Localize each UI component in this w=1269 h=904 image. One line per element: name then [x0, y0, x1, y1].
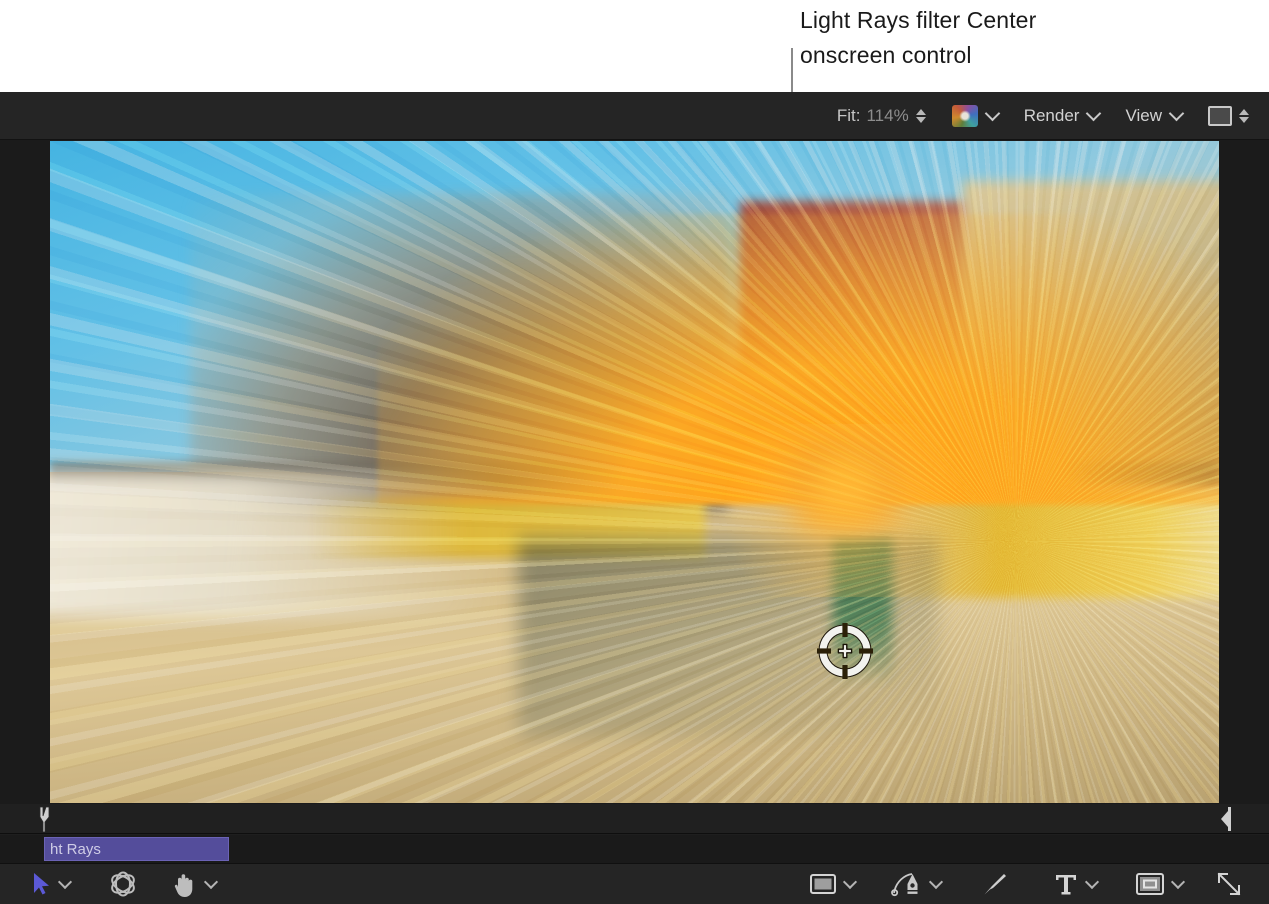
select-tool-button[interactable]	[32, 872, 73, 896]
view-menu[interactable]: View	[1125, 105, 1185, 126]
background-stepper-icon[interactable]	[1239, 108, 1249, 123]
color-channel-button[interactable]	[951, 104, 1000, 127]
text-tool-button[interactable]	[1053, 871, 1100, 897]
chevron-down-icon[interactable]	[984, 105, 1000, 122]
chevron-down-icon[interactable]	[1170, 874, 1186, 890]
text-t-icon	[1056, 875, 1076, 895]
callout-label: Light Rays filter Center onscreen contro…	[800, 7, 1037, 68]
paintbrush-icon	[984, 874, 1006, 895]
pan-tool-button[interactable]	[172, 870, 219, 898]
pen-nib-icon	[891, 873, 918, 897]
fit-value: 114%	[866, 105, 909, 125]
light-rays-rendered-image	[50, 141, 1219, 803]
canvas-area[interactable]	[0, 140, 1269, 804]
screenshot-root: Light Rays filter Center onscreen contro…	[0, 0, 1269, 904]
timeline-track[interactable]: ht Rays	[0, 835, 1269, 863]
chevron-down-icon[interactable]	[57, 874, 73, 890]
view-menu-label: View	[1125, 105, 1162, 125]
center-crosshair-ring-icon	[817, 623, 873, 679]
timeline-ruler[interactable]	[0, 804, 1269, 834]
render-menu[interactable]: Render	[1023, 105, 1102, 126]
zoom-fit-control[interactable]: Fit: 114%	[837, 106, 926, 126]
chevron-down-icon[interactable]	[203, 874, 219, 890]
light-rays-center-onscreen-control[interactable]	[816, 622, 874, 680]
filter-clip-label: ht Rays	[50, 840, 101, 858]
chevron-down-icon[interactable]	[1084, 874, 1100, 890]
filter-clip[interactable]: ht Rays	[44, 837, 229, 861]
arrow-cursor-icon	[34, 873, 49, 895]
diagonal-resize-icon	[1217, 872, 1241, 896]
chevron-down-icon[interactable]	[928, 874, 944, 890]
background-color-control[interactable]	[1208, 105, 1249, 126]
rectangle-icon	[810, 874, 836, 894]
fit-label: Fit:	[836, 105, 861, 125]
render-menu-label: Render	[1023, 105, 1080, 125]
chevron-down-icon[interactable]	[842, 874, 858, 890]
orbit-icon	[111, 871, 135, 897]
canvas-viewer[interactable]	[50, 141, 1219, 803]
motion-app-window: Fit: 114% Render View ht Rays	[0, 92, 1269, 904]
resize-handle-button[interactable]	[1215, 870, 1243, 898]
hand-icon	[174, 874, 193, 897]
bezier-tool-button[interactable]	[891, 870, 944, 898]
mask-rectangle-icon	[1136, 873, 1164, 895]
playhead-marker-icon[interactable]	[38, 806, 52, 833]
paint-tool-button[interactable]	[981, 870, 1009, 898]
canvas-toolbar: Fit: 114% Render View	[0, 92, 1269, 140]
chevron-down-icon[interactable]	[1168, 105, 1185, 122]
tools-toolbar	[0, 863, 1269, 904]
end-marker-icon[interactable]	[1219, 806, 1233, 832]
chevron-down-icon[interactable]	[1086, 105, 1102, 122]
mask-tool-button[interactable]	[1135, 872, 1186, 896]
gray-square-icon	[1208, 105, 1232, 126]
fit-stepper-icon[interactable]	[915, 108, 926, 123]
3d-transform-tool-button[interactable]	[108, 870, 138, 898]
color-wheel-icon	[951, 104, 978, 127]
shape-tool-button[interactable]	[809, 872, 858, 896]
